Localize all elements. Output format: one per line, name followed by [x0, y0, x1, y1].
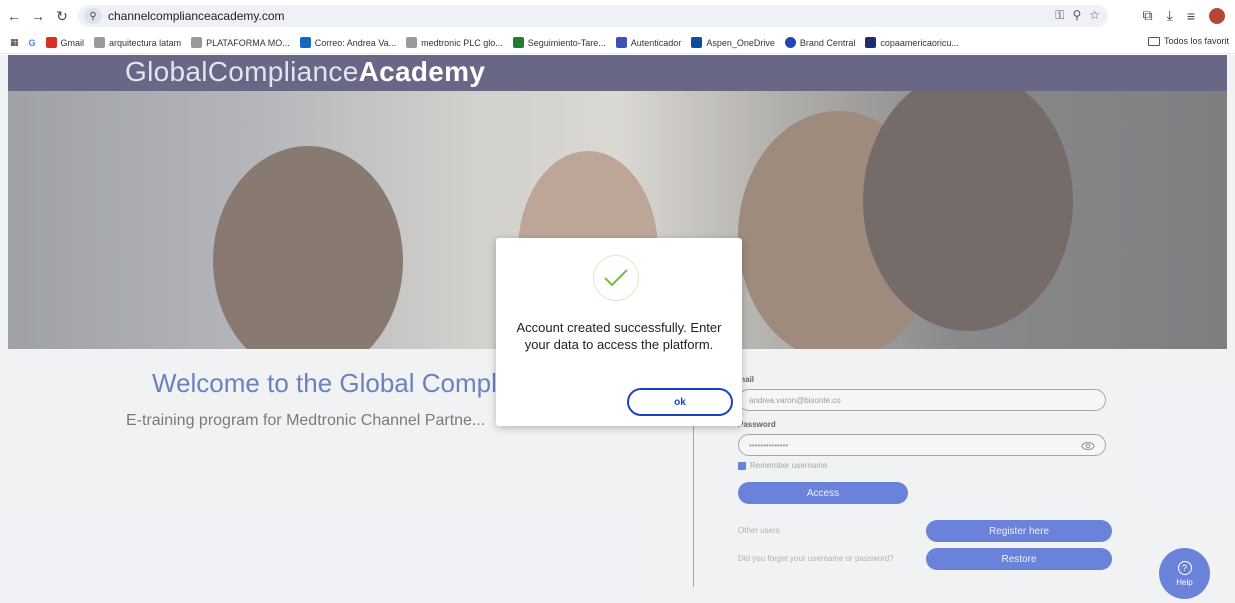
zoom-icon[interactable]: ⚲	[1072, 8, 1081, 23]
bookmark-item[interactable]: Gmail	[45, 37, 84, 48]
share-icon	[94, 37, 106, 48]
excel-icon	[512, 37, 524, 48]
all-bookmarks[interactable]: Todos los favorit	[1147, 36, 1229, 46]
authenticator-icon	[615, 37, 627, 48]
download-icon[interactable]: ⤓	[1167, 7, 1173, 24]
bookmark-item[interactable]: Brand Central	[784, 37, 855, 48]
extensions-icon[interactable]: ⧉	[1143, 7, 1153, 24]
forward-icon[interactable]: →	[28, 6, 48, 26]
back-icon[interactable]: ←	[4, 6, 24, 26]
google-icon[interactable]: G	[29, 38, 36, 48]
bookmark-item[interactable]: copaamericaoricu...	[865, 37, 959, 48]
ok-button[interactable]: ok	[627, 388, 733, 416]
share-icon	[191, 37, 203, 48]
address-bar[interactable]: ⚲ channelcomplianceacademy.com ⚿ ⚲ ☆	[78, 5, 1108, 27]
bookmark-item[interactable]: arquitectura latam	[94, 37, 181, 48]
bookmark-item[interactable]: Seguimiento-Tare...	[512, 37, 606, 48]
dialog-message: Account created successfully. Enter your…	[516, 320, 722, 352]
reload-icon[interactable]: ↻	[52, 6, 72, 26]
star-icon[interactable]: ☆	[1089, 8, 1100, 23]
success-dialog: Account created successfully. Enter your…	[496, 238, 742, 426]
share-icon	[406, 37, 418, 48]
bookmark-item[interactable]: Correo: Andrea Va...	[299, 37, 396, 48]
site-settings-icon[interactable]: ⚲	[84, 8, 102, 24]
url-text: channelcomplianceacademy.com	[108, 9, 285, 23]
bookmarks-bar: ▦ G Gmail arquitectura latam PLATAFORMA …	[0, 32, 1235, 54]
folder-icon	[1147, 36, 1160, 46]
profile-avatar[interactable]	[1209, 7, 1225, 24]
brand-central-icon	[784, 37, 796, 48]
browser-toolbar: ← → ↻ ⚲ channelcomplianceacademy.com ⚿ ⚲…	[0, 0, 1235, 32]
apps-icon[interactable]: ▦	[10, 37, 19, 48]
key-icon[interactable]: ⚿	[1055, 8, 1064, 23]
reading-list-icon[interactable]: ≡	[1187, 8, 1195, 24]
bookmark-item[interactable]: Autenticador	[615, 37, 681, 48]
success-check-icon	[593, 255, 639, 301]
m-icon	[865, 37, 877, 48]
bookmark-item[interactable]: PLATAFORMA MO...	[191, 37, 290, 48]
bookmark-item[interactable]: Aspen_OneDrive	[691, 37, 775, 48]
onedrive-icon	[691, 37, 703, 48]
outlook-icon	[299, 37, 311, 48]
gmail-icon	[45, 37, 57, 48]
bookmark-item[interactable]: medtronic PLC glo...	[406, 37, 503, 48]
